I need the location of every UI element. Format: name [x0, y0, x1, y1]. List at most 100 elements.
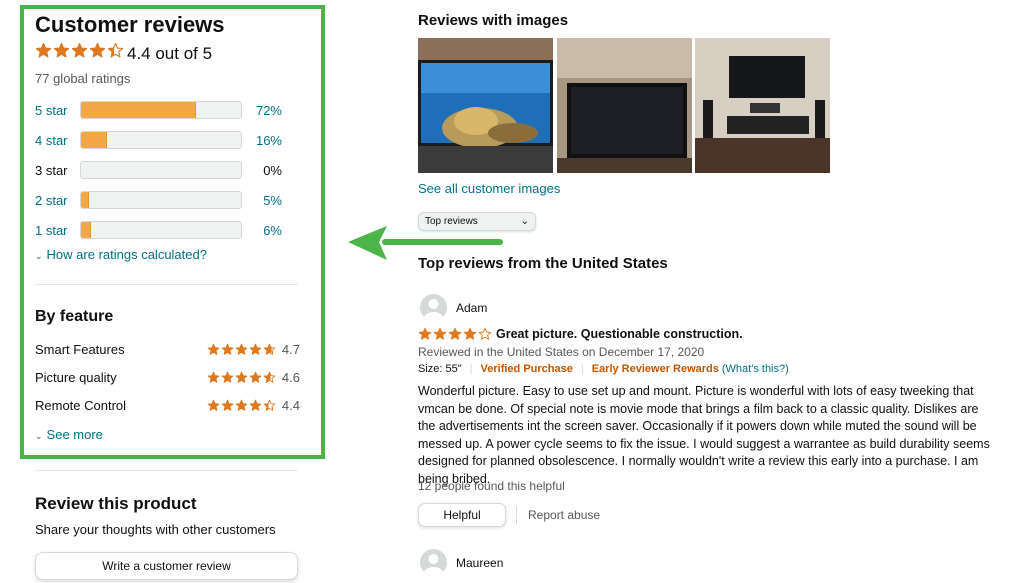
histogram-percent[interactable]: 5% — [242, 193, 282, 208]
customer-reviews-title: Customer reviews — [35, 12, 225, 37]
see-more-features-link[interactable]: ⌄ See more — [35, 427, 103, 442]
feature-rating-stars — [207, 371, 276, 384]
top-reviews-title: Top reviews from the United States — [418, 255, 668, 272]
feature-rating-value: 4.4 — [281, 398, 300, 413]
histogram-bar[interactable] — [80, 131, 242, 149]
histogram-percent[interactable]: 16% — [242, 133, 282, 148]
star-icon — [207, 371, 220, 384]
star-icon — [478, 327, 492, 341]
chevron-down-icon: ⌄ — [35, 251, 43, 261]
separator: | — [580, 363, 584, 375]
star-icon — [463, 327, 477, 341]
histogram-label[interactable]: 1 star — [35, 223, 80, 238]
review-headline[interactable]: Great picture. Questionable construction… — [496, 327, 743, 341]
star-icon — [35, 42, 52, 59]
histogram-bar[interactable] — [80, 191, 242, 209]
star-icon — [235, 371, 248, 384]
user-icon — [423, 554, 444, 576]
histogram-bar-fill — [81, 132, 107, 148]
how-ratings-calculated-label[interactable]: How are ratings calculated? — [47, 247, 207, 262]
separator: | — [469, 363, 473, 375]
chevron-down-icon: ⌄ — [520, 216, 529, 227]
histogram-bar — [80, 161, 242, 179]
see-more-label[interactable]: See more — [47, 427, 103, 442]
star-icon — [53, 42, 70, 59]
review-rating-stars[interactable] — [418, 327, 492, 341]
helpful-button[interactable]: Helpful — [418, 503, 506, 527]
review-image-3[interactable] — [695, 38, 830, 173]
histogram-bar-fill — [81, 222, 91, 238]
histogram-row-1-star[interactable]: 1 star 6% — [35, 220, 290, 240]
star-icon — [107, 42, 124, 59]
whats-this-link[interactable]: (What's this?) — [722, 363, 789, 375]
by-feature-title: By feature — [35, 308, 114, 325]
how-ratings-calculated-link[interactable]: ⌄ How are ratings calculated? — [35, 247, 207, 262]
star-icon — [448, 327, 462, 341]
histogram-bar-fill — [81, 102, 197, 118]
star-icon — [71, 42, 88, 59]
write-review-button[interactable]: Write a customer review — [35, 552, 298, 580]
feature-rating-value: 4.7 — [281, 342, 300, 357]
feature-name: Picture quality — [35, 370, 117, 385]
histogram-bar-fill — [81, 192, 89, 208]
histogram-bar[interactable] — [80, 221, 242, 239]
star-icon — [433, 327, 447, 341]
star-icon — [235, 343, 248, 356]
histogram-row-4-star[interactable]: 4 star 16% — [35, 130, 290, 150]
sort-selected-value: Top reviews — [425, 216, 478, 227]
histogram-percent[interactable]: 72% — [242, 103, 282, 118]
feature-row-smart-features: Smart Features 4.7 — [35, 342, 300, 357]
histogram-label[interactable]: 4 star — [35, 133, 80, 148]
feature-row-remote-control: Remote Control 4.4 — [35, 398, 300, 413]
star-icon — [418, 327, 432, 341]
sort-reviews-dropdown[interactable]: Top reviews ⌄ — [418, 212, 536, 231]
avatar — [420, 294, 447, 321]
separator — [516, 506, 517, 524]
histogram-label: 3 star — [35, 162, 68, 178]
review-body: Wonderful picture. Easy to use set up an… — [418, 384, 990, 486]
feature-row-picture-quality: Picture quality 4.6 — [35, 370, 300, 385]
section-divider — [35, 470, 298, 471]
review-size: Size: 55" — [418, 363, 462, 375]
star-icon — [235, 399, 248, 412]
feature-rating-value: 4.6 — [281, 370, 300, 385]
feature-name: Smart Features — [35, 342, 125, 357]
review-this-product-title: Review this product — [35, 494, 197, 513]
star-icon — [249, 371, 262, 384]
star-icon — [249, 399, 262, 412]
histogram-row-2-star[interactable]: 2 star 5% — [35, 190, 290, 210]
star-icon — [263, 399, 276, 412]
verified-purchase-badge: Verified Purchase — [480, 363, 573, 375]
star-icon — [221, 399, 234, 412]
histogram-label[interactable]: 5 star — [35, 103, 80, 118]
reviewer-name[interactable]: Adam — [456, 301, 487, 315]
feature-rating-stars — [207, 399, 276, 412]
review-this-product-subtitle: Share your thoughts with other customers — [35, 522, 276, 537]
review-image-2[interactable] — [557, 38, 692, 173]
report-abuse-link[interactable]: Report abuse — [528, 508, 600, 522]
histogram-percent: 0% — [263, 162, 282, 178]
average-rating-stars — [35, 42, 124, 59]
histogram-row-3-star: 3 star 0% — [35, 160, 290, 180]
histogram-label[interactable]: 2 star — [35, 193, 80, 208]
histogram-bar[interactable] — [80, 101, 242, 119]
reviews-with-images-title: Reviews with images — [418, 12, 569, 29]
star-icon — [221, 343, 234, 356]
feature-rating-stars — [207, 343, 276, 356]
user-icon — [423, 299, 444, 321]
chevron-down-icon: ⌄ — [35, 431, 43, 441]
histogram-row-5-star[interactable]: 5 star 72% — [35, 100, 290, 120]
helpful-count: 12 people found this helpful — [418, 479, 565, 493]
review-image-1[interactable] — [418, 38, 553, 173]
review-date: Reviewed in the United States on Decembe… — [418, 345, 705, 359]
see-all-customer-images-link[interactable]: See all customer images — [418, 181, 560, 196]
avatar — [420, 549, 447, 576]
star-icon — [263, 343, 276, 356]
star-icon — [263, 371, 276, 384]
review-meta: Size: 55" | Verified Purchase | Early Re… — [418, 363, 789, 375]
star-icon — [221, 371, 234, 384]
average-rating-text: 4.4 out of 5 — [127, 44, 213, 63]
star-icon — [89, 42, 106, 59]
histogram-percent[interactable]: 6% — [242, 223, 282, 238]
reviewer-name[interactable]: Maureen — [456, 556, 503, 570]
